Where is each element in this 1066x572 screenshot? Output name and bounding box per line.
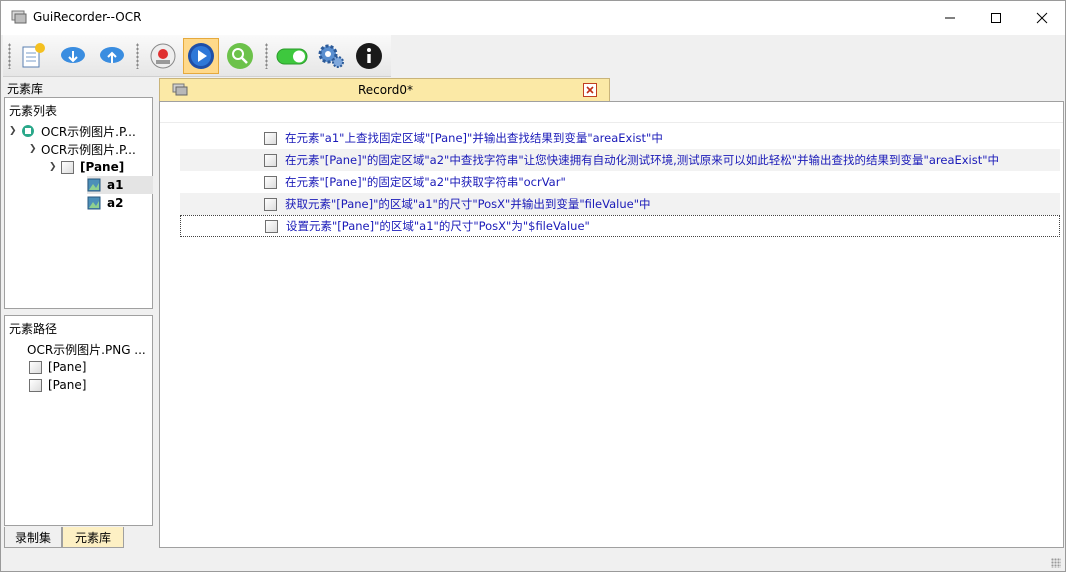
path-item-label: [Pane] (48, 378, 87, 392)
close-icon (1036, 12, 1048, 24)
search-button[interactable] (222, 38, 258, 74)
step-row[interactable]: 在元素"[Pane]"的固定区域"a2"中获取字符串"ocrVar" (180, 171, 1060, 193)
step-text: 在元素"a1"上查找固定区域"[Pane]"并输出查找结果到变量"areaExi… (285, 131, 663, 145)
pane-box-icon (61, 160, 74, 174)
close-tab-button[interactable] (583, 83, 597, 97)
toolbar-separator-grip (136, 43, 139, 69)
info-button[interactable] (351, 38, 387, 74)
step-checkbox[interactable] (265, 219, 278, 233)
path-item-pane[interactable]: [Pane] (29, 358, 86, 376)
new-record-button[interactable] (15, 38, 51, 74)
document-tab[interactable]: Record0* (159, 78, 610, 101)
step-row[interactable]: 在元素"[Pane]"的固定区域"a2"中查找字符串"让您快速拥有自动化测试环境… (180, 149, 1060, 171)
tree-item-a1[interactable]: a1 (87, 176, 153, 194)
tree-item-label: OCR示例图片.P... (41, 124, 136, 139)
record-button[interactable] (145, 38, 181, 74)
step-text: 在元素"[Pane]"的固定区域"a2"中查找字符串"让您快速拥有自动化测试环境… (285, 153, 1000, 167)
step-text: 设置元素"[Pane]"的区域"a1"的尺寸"PosX"为"$fileValue… (286, 219, 590, 233)
path-item-label: OCR示例图片.PNG ... (27, 342, 146, 357)
step-row[interactable]: 在元素"a1"上查找固定区域"[Pane]"并输出查找结果到变量"areaExi… (180, 127, 1060, 149)
step-text: 在元素"[Pane]"的固定区域"a2"中获取字符串"ocrVar" (285, 175, 566, 189)
status-bar (1, 549, 1065, 571)
pane-box-icon (29, 378, 42, 392)
tab-element-library[interactable]: 元素库 (62, 527, 124, 548)
chevron-down-icon[interactable]: ❯ (9, 126, 21, 136)
cloud-download-icon (61, 47, 85, 63)
tree-item-child[interactable]: ❯ OCR示例图片.P... (29, 140, 136, 158)
toolbar-grip[interactable] (8, 43, 11, 69)
element-path-panel: 元素路径 OCR示例图片.PNG ... [Pane] [Pane] (4, 315, 153, 526)
tree-item-label: a1 (107, 178, 124, 192)
title-bar: GuiRecorder--OCR (1, 1, 1065, 35)
record-rec-icon (150, 43, 176, 69)
step-checkbox[interactable] (264, 131, 277, 145)
image-file-icon (22, 125, 34, 137)
settings-button[interactable] (313, 38, 349, 74)
upload-button[interactable] (94, 38, 130, 74)
path-item-file[interactable]: OCR示例图片.PNG ... (27, 340, 146, 358)
path-item-label: [Pane] (48, 360, 87, 374)
step-text: 获取元素"[Pane]"的区域"a1"的尺寸"PosX"并输出到变量"fileV… (285, 197, 651, 211)
play-icon (188, 43, 214, 69)
path-item-pane[interactable]: [Pane] (29, 376, 86, 394)
step-checkbox[interactable] (264, 197, 277, 211)
element-path-header: 元素路径 (9, 322, 58, 336)
minimize-icon (945, 17, 955, 19)
window-title: GuiRecorder--OCR (33, 10, 142, 24)
pane-box-icon (29, 360, 42, 374)
chevron-down-icon[interactable]: ❯ (29, 144, 41, 154)
region-image-icon (87, 178, 101, 192)
toggle-button[interactable] (274, 38, 310, 74)
tree-item-label: OCR示例图片.P... (41, 142, 136, 157)
info-icon (356, 43, 382, 69)
record-step-list: 在元素"a1"上查找固定区域"[Pane]"并输出查找结果到变量"areaExi… (159, 101, 1064, 548)
app-window: GuiRecorder--OCR 元素库 元素列表 ❯ OCR示例图片.P...… (0, 0, 1066, 572)
settings-icon (318, 44, 344, 68)
resize-grip[interactable] (1051, 558, 1061, 568)
region-image-icon (87, 196, 101, 210)
toggle-icon (276, 48, 308, 65)
step-row[interactable]: 获取元素"[Pane]"的区域"a1"的尺寸"PosX"并输出到变量"fileV… (180, 193, 1060, 215)
element-list-panel: 元素列表 ❯ OCR示例图片.P... ❯ OCR示例图片.P... ❯ [Pa… (4, 97, 153, 309)
chevron-down-icon[interactable]: ❯ (49, 162, 61, 172)
cloud-upload-icon (100, 47, 124, 63)
search-icon (227, 43, 253, 69)
close-button[interactable] (1019, 1, 1065, 35)
tree-item-root[interactable]: ❯ OCR示例图片.P... (9, 122, 136, 140)
tree-item-label: [Pane] (80, 160, 125, 174)
tab-record-set[interactable]: 录制集 (4, 527, 62, 548)
download-button[interactable] (55, 38, 91, 74)
step-checkbox[interactable] (264, 153, 277, 167)
tree-item-pane[interactable]: ❯ [Pane] (49, 158, 124, 176)
document-icon (172, 83, 188, 96)
element-library-label: 元素库 (7, 82, 44, 96)
step-row-selected[interactable]: 设置元素"[Pane]"的区域"a1"的尺寸"PosX"为"$fileValue… (180, 215, 1060, 237)
close-icon (586, 86, 594, 94)
element-list-header: 元素列表 (9, 104, 58, 118)
tree-item-a2[interactable]: a2 (87, 194, 123, 212)
play-button[interactable] (183, 38, 219, 74)
maximize-button[interactable] (973, 1, 1019, 35)
list-header-divider (160, 122, 1063, 123)
document-tab-title: Record0* (357, 83, 414, 97)
app-icon (11, 10, 27, 24)
tree-item-label: a2 (107, 196, 124, 210)
toolbar (3, 35, 391, 77)
toolbar-separator-grip-2 (265, 43, 268, 69)
step-checkbox[interactable] (264, 175, 277, 189)
minimize-button[interactable] (927, 1, 973, 35)
new-record-icon (22, 43, 45, 68)
maximize-icon (991, 13, 1001, 23)
